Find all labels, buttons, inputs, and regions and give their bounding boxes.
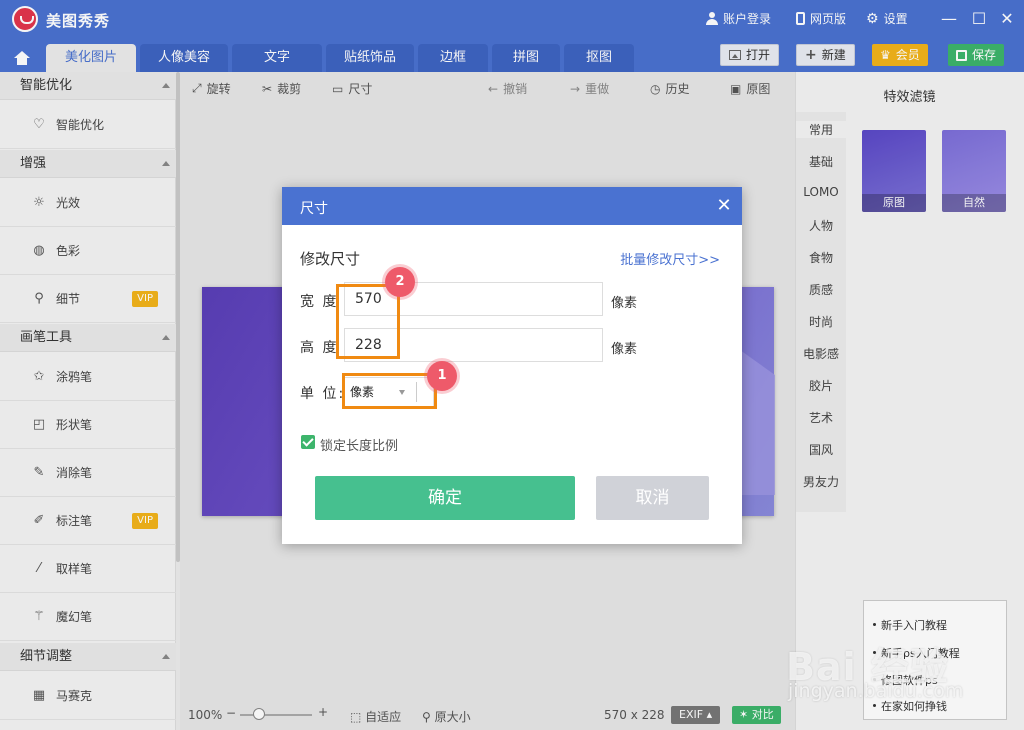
- height-unit: 像素: [611, 342, 638, 357]
- lock-ratio-label[interactable]: 锁定长度比例: [320, 435, 398, 454]
- dialog-subtitle: 修改尺寸: [300, 250, 361, 268]
- dialog-close-button[interactable]: ✕: [714, 196, 734, 216]
- width-unit: 像素: [611, 296, 638, 311]
- width-label: 宽 度: [300, 294, 339, 310]
- annotation-badge-1: 1: [427, 361, 457, 391]
- annotation-box-unit: [342, 373, 437, 409]
- height-label: 高 度: [300, 340, 339, 356]
- annotation-box-size: [336, 284, 400, 359]
- cancel-button[interactable]: 取消: [596, 476, 709, 520]
- lock-ratio-checkbox[interactable]: [301, 435, 315, 449]
- resize-dialog: 尺寸 ✕ 修改尺寸 批量修改尺寸>> 宽 度 像素 高 度 像素 单 位: 像素…: [282, 187, 742, 544]
- dialog-header: 尺寸 ✕: [282, 187, 742, 225]
- confirm-button[interactable]: 确定: [315, 476, 575, 520]
- dialog-title: 尺寸: [300, 201, 328, 217]
- unit-label: 单 位:: [300, 386, 346, 402]
- batch-resize-link[interactable]: 批量修改尺寸>>: [620, 249, 720, 268]
- annotation-badge-2: 2: [385, 267, 415, 297]
